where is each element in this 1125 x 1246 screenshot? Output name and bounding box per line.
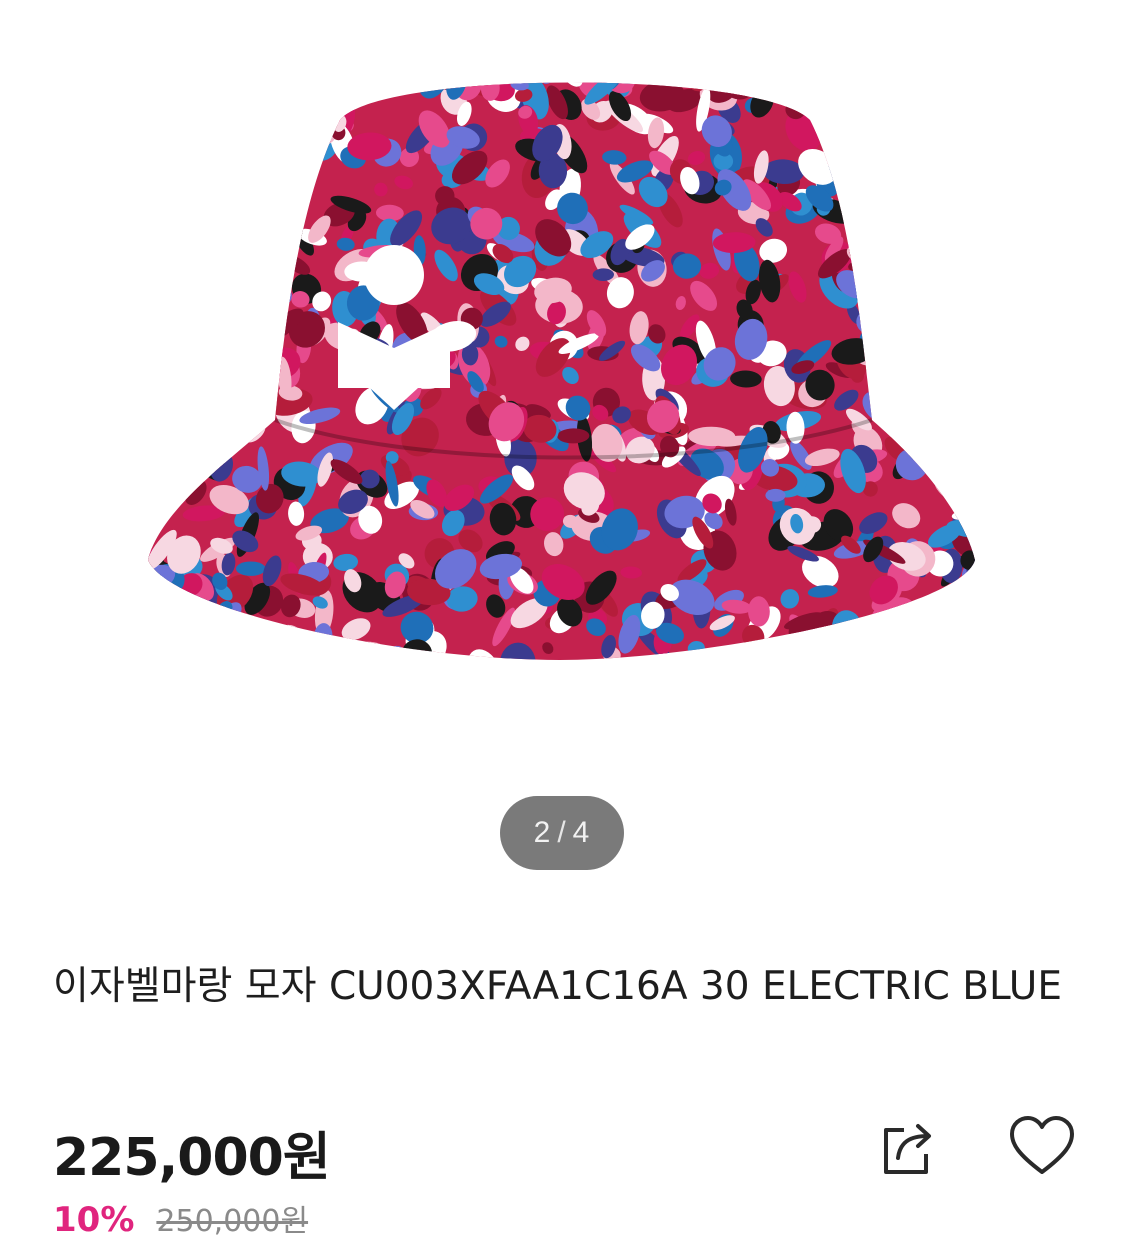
heart-icon xyxy=(1010,1116,1074,1174)
image-counter-badge: 2 / 4 xyxy=(500,796,624,870)
product-image xyxy=(148,82,975,660)
share-icon xyxy=(884,1124,931,1174)
discount-row: 10% 250,000원 xyxy=(53,1196,308,1240)
image-counter-current: 2 xyxy=(533,816,552,849)
share-button[interactable] xyxy=(870,1114,942,1186)
sale-price: 225,000원 xyxy=(53,1128,331,1188)
original-price: 250,000원 xyxy=(156,1204,309,1239)
wishlist-button[interactable] xyxy=(1006,1110,1078,1182)
product-image-gallery[interactable]: 2 / 4 xyxy=(0,0,1125,870)
image-counter-total: 4 xyxy=(572,816,591,849)
product-title: 이자벨마랑 모자 CU003XFAA1C16A 30 ELECTRIC BLUE xyxy=(53,964,1062,1009)
discount-rate: 10% xyxy=(53,1200,135,1240)
image-counter-separator: / xyxy=(557,816,567,849)
